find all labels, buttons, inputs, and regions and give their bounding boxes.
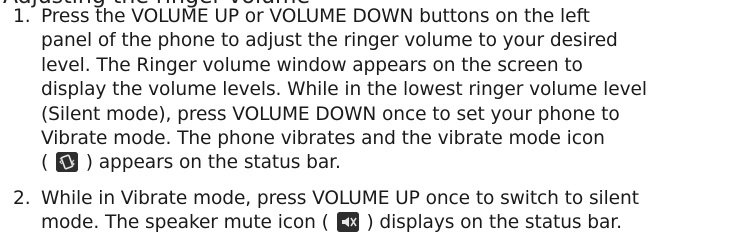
step-line-with-icon: mode. The speaker mute icon ( ) displays… xyxy=(41,211,731,235)
step-text-after-icon: ) appears on the status bar. xyxy=(85,152,341,174)
step-line: level. The Ringer volume window appears … xyxy=(41,54,583,76)
vibrate-mode-icon xyxy=(55,152,78,173)
step-line: panel of the phone to adjust the ringer … xyxy=(41,30,618,52)
step-line: display the volume levels. While in the … xyxy=(41,79,647,101)
step-text-after-icon: ) displays on the status bar. xyxy=(366,212,622,234)
step-text-before-icon: ( xyxy=(41,152,49,174)
step-line: Vibrate mode. The phone vibrates and the… xyxy=(41,127,605,149)
step-text: Press the VOLUME UP or VOLUME DOWN butto… xyxy=(41,5,731,176)
speaker-mute-icon xyxy=(336,212,359,233)
step-number: 2. xyxy=(13,188,31,209)
step-line: Press the VOLUME UP or VOLUME DOWN butto… xyxy=(41,6,590,27)
step-line-with-icon: ( ) appears on the status bar. xyxy=(41,151,731,175)
step-text-before-icon: mode. The speaker mute icon ( xyxy=(41,212,329,234)
step-text: While in Vibrate mode, press VOLUME UP o… xyxy=(41,187,731,236)
step-line: (Silent mode), press VOLUME DOWN once to… xyxy=(41,103,620,125)
step-line: While in Vibrate mode, press VOLUME UP o… xyxy=(41,188,639,209)
step-number: 1. xyxy=(13,6,31,27)
